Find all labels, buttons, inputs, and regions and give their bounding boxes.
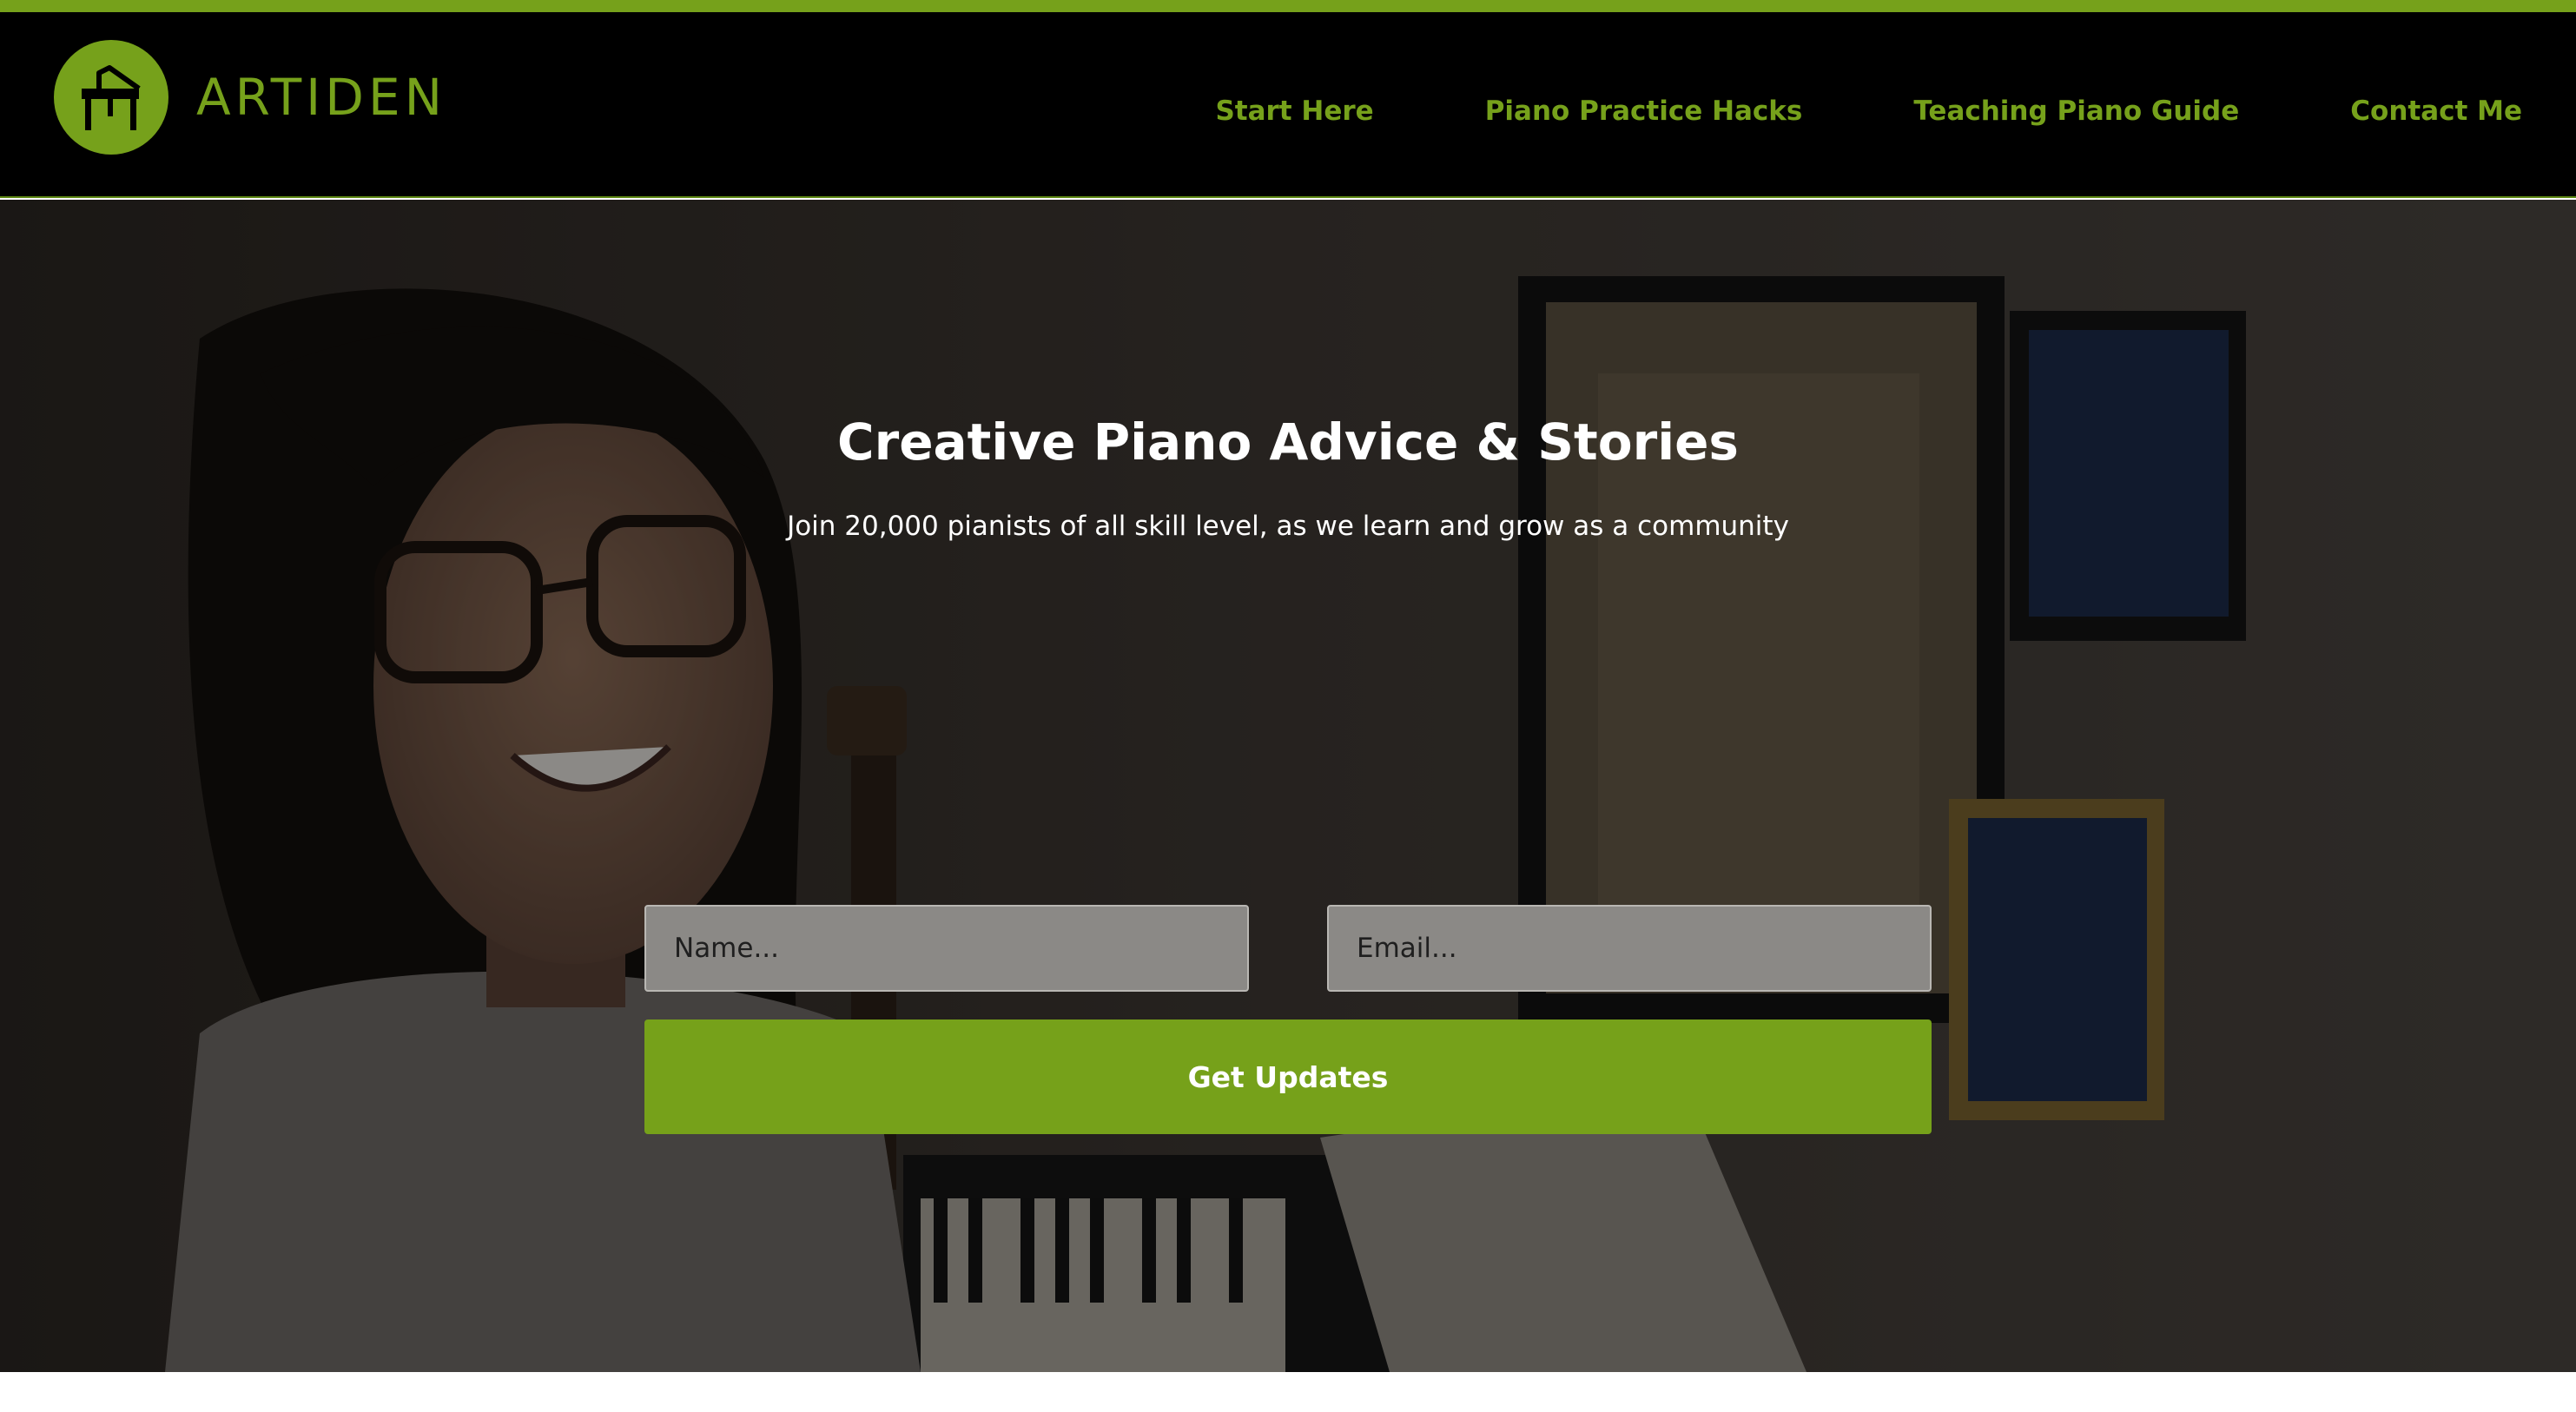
top-accent-bar — [0, 0, 2576, 12]
page: ARTIDEN Start Here Piano Practice Hacks … — [0, 0, 2576, 1412]
site-logo[interactable]: ARTIDEN — [54, 40, 446, 155]
hero-subtitle: Join 20,000 pianists of all skill level,… — [787, 511, 1789, 542]
get-updates-button[interactable]: Get Updates — [644, 1019, 1932, 1134]
hero-section: Creative Piano Advice & Stories Join 20,… — [0, 200, 2576, 1372]
main-nav: Start Here Piano Practice Hacks Teaching… — [1215, 96, 2522, 127]
email-input[interactable] — [1327, 905, 1932, 992]
nav-teaching-piano-guide[interactable]: Teaching Piano Guide — [1913, 96, 2239, 127]
grand-piano-icon — [54, 40, 168, 155]
hero-content: Creative Piano Advice & Stories Join 20,… — [0, 200, 2576, 1372]
brand-name: ARTIDEN — [196, 68, 446, 127]
nav-piano-practice-hacks[interactable]: Piano Practice Hacks — [1485, 96, 1803, 127]
site-header: ARTIDEN Start Here Piano Practice Hacks … — [0, 12, 2576, 198]
nav-start-here[interactable]: Start Here — [1215, 96, 1373, 127]
hero-title: Creative Piano Advice & Stories — [837, 412, 1739, 472]
nav-contact-me[interactable]: Contact Me — [2350, 96, 2522, 127]
name-input[interactable] — [644, 905, 1249, 992]
